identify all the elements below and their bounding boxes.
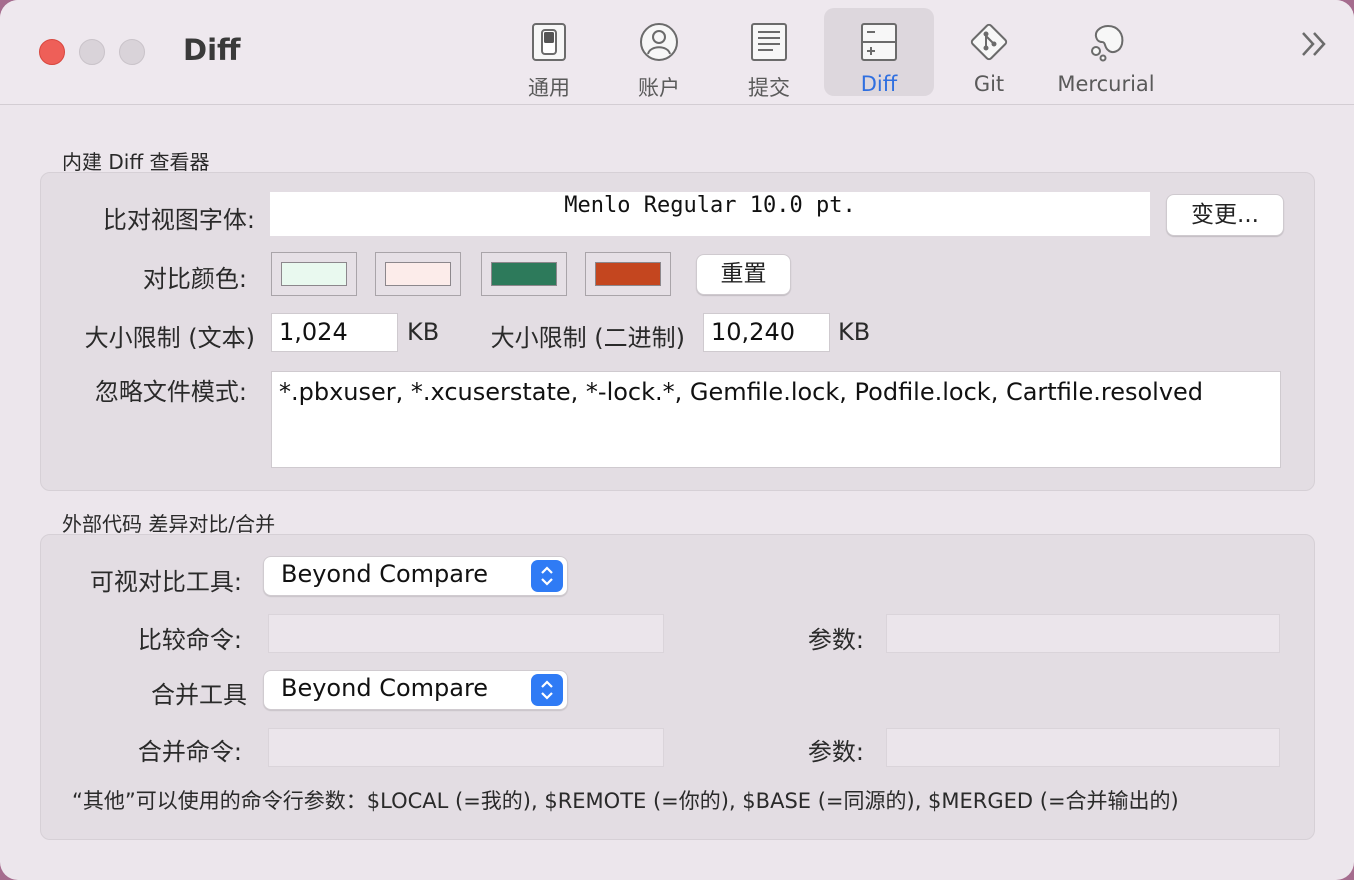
diff-icon: [861, 23, 897, 61]
preferences-window: Diff 通用 账户 提交 Diff Git Mercurial 内建 Diff…: [0, 0, 1354, 880]
color-well-removed-bg[interactable]: [375, 252, 461, 296]
ignore-patterns-label: 忽略文件模式:: [94, 378, 247, 406]
font-label: 比对视图字体:: [102, 206, 255, 234]
ignore-patterns-field[interactable]: *.pbxuser, *.xcuserstate, *-lock.*, Gemf…: [271, 371, 1281, 468]
change-font-button[interactable]: 变更...: [1166, 194, 1284, 236]
color-swatch: [595, 262, 661, 286]
merge-tool-select[interactable]: Beyond Compare: [263, 670, 568, 710]
color-well-added-text[interactable]: [481, 252, 567, 296]
merge-tool-label: 合并工具: [151, 681, 247, 709]
color-well-removed-text[interactable]: [585, 252, 671, 296]
compare-command-field[interactable]: [268, 614, 664, 653]
tab-git[interactable]: Git: [934, 8, 1044, 96]
person-icon: [640, 23, 678, 61]
tab-label: 账户: [638, 76, 680, 100]
merge-args-label: 参数:: [807, 738, 864, 766]
up-down-chevron-icon: [541, 680, 553, 700]
tab-commit[interactable]: 提交: [714, 8, 824, 100]
double-chevron-right-icon[interactable]: [1298, 28, 1330, 60]
select-stepper: [531, 560, 563, 592]
tab-mercurial[interactable]: Mercurial: [1044, 8, 1168, 96]
external-section-title: 外部代码 差异对比/合并: [62, 512, 276, 536]
color-well-added-bg[interactable]: [271, 252, 357, 296]
compare-args-field[interactable]: [886, 614, 1280, 653]
color-swatch: [491, 262, 557, 286]
size-text-field[interactable]: 1,024: [271, 313, 398, 352]
builtin-section-title: 内建 Diff 查看器: [62, 150, 210, 174]
titlebar: Diff 通用 账户 提交 Diff Git Mercurial: [0, 0, 1354, 105]
merge-command-field[interactable]: [268, 728, 664, 767]
close-window-button[interactable]: [39, 39, 65, 65]
tab-general[interactable]: 通用: [494, 8, 604, 100]
mercurial-icon: [1091, 24, 1124, 62]
font-preview: Menlo Regular 10.0 pt.: [270, 192, 1150, 236]
tab-label: 提交: [748, 76, 790, 100]
visual-tool-value: Beyond Compare: [281, 560, 489, 588]
command-line-args-note: “其他”可以使用的命令行参数：$LOCAL (=我的), $REMOTE (=你…: [72, 789, 1179, 813]
merge-command-label: 合并命令:: [137, 738, 242, 766]
up-down-chevron-icon: [541, 566, 553, 586]
switch-icon: [532, 23, 566, 61]
size-binary-unit: KB: [838, 318, 871, 346]
zoom-window-button[interactable]: [119, 39, 145, 65]
document-icon: [751, 23, 787, 61]
window-title: Diff: [183, 33, 241, 67]
tab-label: Diff: [860, 72, 898, 96]
merge-args-field[interactable]: [886, 728, 1280, 767]
color-swatch: [385, 262, 451, 286]
size-binary-label: 大小限制 (二进制): [490, 324, 685, 352]
size-binary-field[interactable]: 10,240: [703, 313, 830, 352]
compare-args-label: 参数:: [807, 626, 864, 654]
color-swatch: [281, 262, 347, 286]
tab-label: 通用: [528, 76, 570, 100]
tab-accounts[interactable]: 账户: [604, 8, 714, 100]
git-icon: [970, 23, 1008, 61]
tab-label: Git: [973, 72, 1005, 96]
visual-tool-label: 可视对比工具:: [89, 568, 242, 596]
size-text-unit: KB: [407, 318, 440, 346]
select-stepper: [531, 674, 563, 706]
minimize-window-button[interactable]: [79, 39, 105, 65]
merge-tool-value: Beyond Compare: [281, 674, 489, 702]
visual-tool-select[interactable]: Beyond Compare: [263, 556, 568, 596]
compare-command-label: 比较命令:: [137, 626, 242, 654]
tab-label: Mercurial: [1057, 72, 1155, 96]
tab-diff[interactable]: Diff: [824, 8, 934, 96]
color-label: 对比颜色:: [142, 265, 247, 293]
size-text-label: 大小限制 (文本): [84, 324, 255, 352]
reset-colors-button[interactable]: 重置: [696, 254, 791, 295]
